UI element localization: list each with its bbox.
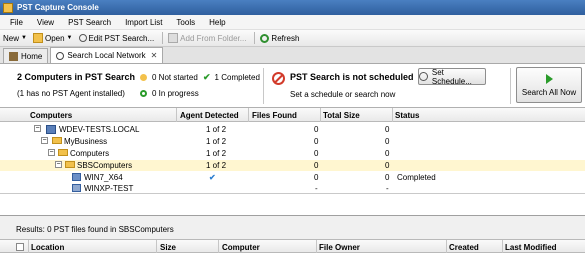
tree-empty-area <box>0 194 585 216</box>
column-divider <box>156 240 157 253</box>
divider <box>263 68 264 104</box>
computer-icon <box>72 173 81 181</box>
column-computers[interactable]: Computers <box>30 111 72 120</box>
add-from-folder-button[interactable]: Add From Folder... <box>168 33 246 43</box>
column-file-owner[interactable]: File Owner <box>319 243 360 252</box>
column-divider <box>316 240 317 253</box>
tree-row-mybusiness[interactable]: − MyBusiness 1 of 2 0 0 <box>0 136 585 147</box>
collapse-icon[interactable]: − <box>41 137 48 144</box>
column-divider <box>446 240 447 253</box>
tab-home[interactable]: Home <box>3 48 49 63</box>
menu-help[interactable]: Help <box>209 18 225 27</box>
folder-icon <box>58 149 68 156</box>
toolbar-divider <box>254 32 256 44</box>
checkmark-icon: ✔ <box>203 72 211 82</box>
computers-summary: 2 Computers in PST Search <box>17 72 136 82</box>
folder-icon <box>52 137 62 144</box>
domain-icon <box>46 125 56 134</box>
menu-view[interactable]: View <box>37 18 54 27</box>
column-divider <box>176 108 177 122</box>
files-table-header: Location Size Computer File Owner Create… <box>0 239 585 253</box>
results-label: Results: 0 PST files found in SBSCompute… <box>16 225 174 234</box>
chevron-down-icon: ▼ <box>21 35 27 41</box>
collapse-icon[interactable]: − <box>48 149 55 156</box>
search-all-now-button[interactable]: Search All Now <box>516 67 582 103</box>
search-icon <box>78 34 87 42</box>
legend-not-started: 0 Not started <box>140 73 198 82</box>
not-scheduled-icon <box>272 72 285 85</box>
set-schedule-button[interactable]: Set Schedule... <box>418 68 486 86</box>
column-divider <box>28 240 29 253</box>
tab-search-local-network[interactable]: Search Local Network ✕ <box>50 47 164 63</box>
refresh-button[interactable]: Refresh <box>260 33 299 43</box>
tree-row-win7-x64[interactable]: WIN7_X64 ✔ 0 0 Completed <box>0 172 585 183</box>
tab-strip: Home Search Local Network ✕ <box>0 47 585 64</box>
title-bar: PST Capture Console <box>0 0 585 15</box>
column-files-found[interactable]: Files Found <box>252 111 297 120</box>
column-location[interactable]: Location <box>31 243 64 252</box>
legend-completed: ✔ 1 Completed <box>203 72 260 82</box>
agent-note: (1 has no PST Agent installed) <box>17 89 125 98</box>
status-panel: 2 Computers in PST Search (1 has no PST … <box>0 64 585 108</box>
column-total-size[interactable]: Total Size <box>323 111 360 120</box>
column-computer[interactable]: Computer <box>222 243 260 252</box>
select-all-checkbox[interactable] <box>16 243 24 251</box>
app-icon <box>3 2 13 13</box>
toolbar: New ▼ Open ▼ Edit PST Search... Add From F… <box>0 30 585 47</box>
column-size[interactable]: Size <box>160 243 176 252</box>
clock-icon <box>419 72 428 81</box>
home-icon <box>9 51 18 61</box>
folder-icon <box>65 161 75 168</box>
computers-table-header: Computers Agent Detected Files Found Tot… <box>0 108 585 122</box>
close-tab-icon[interactable]: ✕ <box>151 51 158 60</box>
collapse-icon[interactable]: − <box>34 125 41 132</box>
agent-detected-check-icon: ✔ <box>209 173 216 182</box>
toolbar-divider <box>162 32 164 44</box>
menu-tools[interactable]: Tools <box>176 18 195 27</box>
tree-row-computers[interactable]: − Computers 1 of 2 0 0 <box>0 148 585 159</box>
divider <box>510 68 511 104</box>
column-divider <box>502 240 503 253</box>
computer-icon <box>72 184 81 192</box>
play-icon <box>545 73 553 84</box>
column-divider <box>248 108 249 122</box>
add-folder-icon <box>168 33 179 43</box>
window-title: PST Capture Console <box>17 3 99 12</box>
folder-open-icon <box>32 33 43 43</box>
menu-file[interactable]: File <box>10 18 23 27</box>
schedule-status: PST Search is not scheduled <box>290 72 414 82</box>
new-button[interactable]: New ▼ <box>3 34 27 43</box>
chevron-down-icon: ▼ <box>66 35 73 41</box>
open-button[interactable]: Open ▼ <box>32 33 73 43</box>
tree-row-winxp-test[interactable]: WINXP-TEST - - <box>0 183 585 194</box>
collapse-icon[interactable]: − <box>55 161 62 168</box>
in-progress-icon <box>140 90 147 97</box>
column-last-modified[interactable]: Last Modified <box>505 243 557 252</box>
schedule-hint: Set a schedule or search now <box>290 90 396 99</box>
column-divider <box>218 240 219 253</box>
search-icon <box>56 51 65 60</box>
column-status[interactable]: Status <box>395 111 419 120</box>
column-created[interactable]: Created <box>449 243 479 252</box>
tree-row-sbscomputers[interactable]: − SBSComputers 1 of 2 0 0 <box>0 160 585 171</box>
tree-row-domain[interactable]: − WDEV-TESTS.LOCAL 1 of 2 0 0 <box>0 124 585 135</box>
menu-pst-search[interactable]: PST Search <box>68 18 111 27</box>
menu-import-list[interactable]: Import List <box>125 18 162 27</box>
computers-tree: − WDEV-TESTS.LOCAL 1 of 2 0 0 − MyBusine… <box>0 122 585 194</box>
menu-bar: File View PST Search Import List Tools H… <box>0 15 585 30</box>
column-divider <box>392 108 393 122</box>
edit-pst-search-button[interactable]: Edit PST Search... <box>78 34 154 43</box>
column-divider <box>320 108 321 122</box>
column-agent-detected[interactable]: Agent Detected <box>180 111 239 120</box>
files-list <box>0 253 585 274</box>
legend-in-progress: 0 In progress <box>140 89 199 98</box>
not-started-icon <box>140 74 147 81</box>
refresh-icon <box>260 33 270 43</box>
